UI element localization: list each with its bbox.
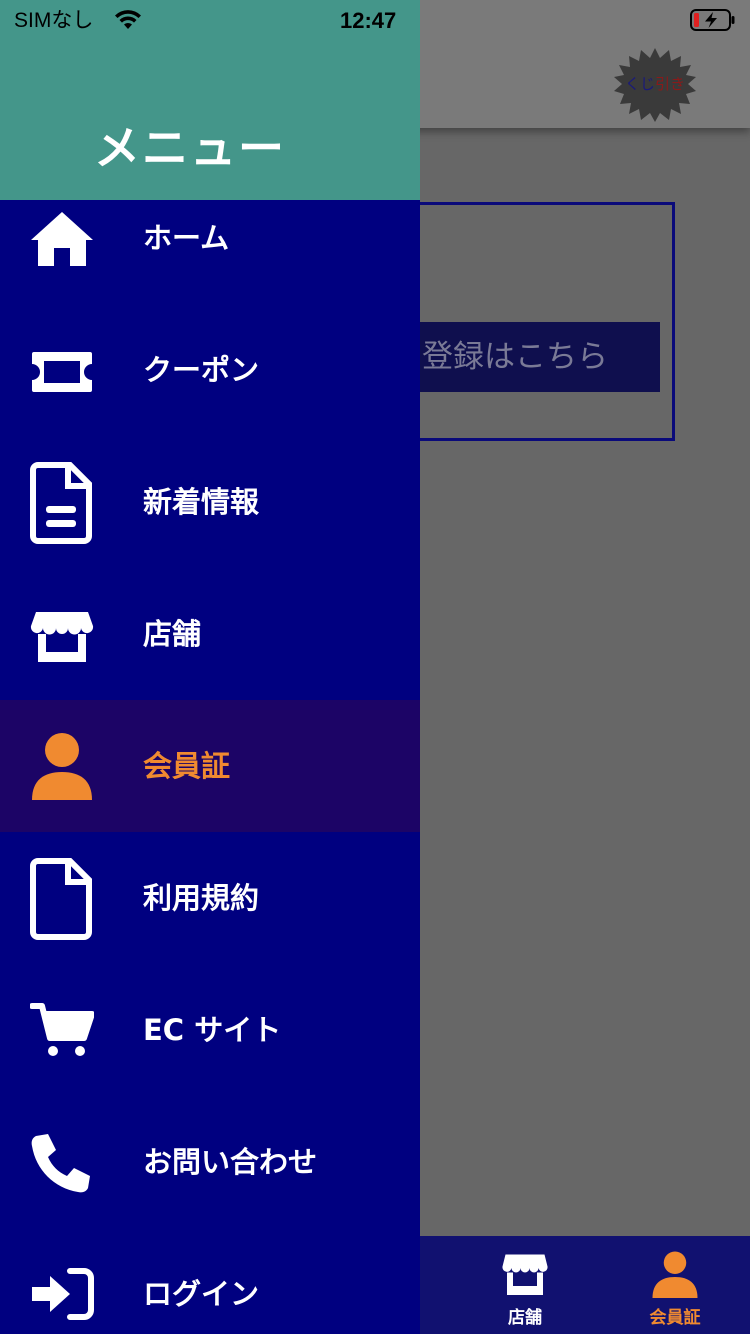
- menu-item-label: ホーム: [143, 221, 230, 255]
- lottery-button[interactable]: くじ引き: [612, 46, 698, 124]
- cart-icon: [30, 1002, 94, 1082]
- menu-item-label: 利用規約: [143, 881, 260, 915]
- document-icon: [30, 462, 94, 544]
- clock: 12:47: [340, 8, 397, 33]
- menu-item-ec-site[interactable]: EC サイト: [0, 964, 420, 1096]
- menu-item-member-card[interactable]: 会員証: [0, 700, 420, 832]
- menu-item-terms[interactable]: 利用規約: [0, 832, 420, 964]
- tab-member-card[interactable]: 会員証: [600, 1236, 750, 1334]
- phone-icon: [30, 1132, 94, 1212]
- menu-item-store[interactable]: 店舗: [0, 570, 420, 702]
- status-bar: SIMなし 12:47: [0, 0, 750, 40]
- menu-item-home[interactable]: ホーム: [0, 174, 420, 306]
- battery-charging-icon: [690, 9, 736, 35]
- menu-item-label: 新着情報: [143, 485, 260, 519]
- wifi-icon: [112, 9, 144, 35]
- ticket-icon: [30, 350, 94, 430]
- register-button[interactable]: 登録はこちら: [380, 322, 660, 392]
- person-icon: [30, 732, 94, 812]
- lottery-label-b: 引き: [655, 75, 686, 93]
- lottery-label-a: くじ: [624, 75, 655, 93]
- menu-item-login[interactable]: ログイン: [0, 1228, 420, 1334]
- tab-store[interactable]: 店舗: [450, 1236, 600, 1334]
- menu-item-label: お問い合わせ: [143, 1145, 318, 1179]
- home-icon: [30, 210, 94, 290]
- menu-item-label: 会員証: [143, 749, 231, 783]
- store-icon: [30, 610, 94, 690]
- person-icon: [652, 1251, 698, 1298]
- menu-item-label: EC サイト: [143, 1013, 282, 1047]
- store-icon: [502, 1254, 548, 1295]
- menu-item-label: 店舗: [143, 617, 202, 651]
- file-icon: [30, 858, 94, 940]
- menu-item-coupon[interactable]: クーポン: [0, 306, 420, 438]
- menu-item-label: ログイン: [143, 1277, 260, 1311]
- menu-item-label: クーポン: [143, 353, 260, 387]
- drawer-title: メニュー: [94, 121, 286, 175]
- side-drawer: メニュー ホーム クーポン 新着情報 店舗 会員証 利用規約 EC サイト お問…: [0, 0, 420, 1334]
- menu-item-contact[interactable]: お問い合わせ: [0, 1096, 420, 1228]
- carrier-label: SIMなし: [14, 9, 94, 32]
- tab-member-card-label: 会員証: [649, 1308, 701, 1328]
- menu-item-news[interactable]: 新着情報: [0, 438, 420, 570]
- tab-store-label: 店舗: [508, 1308, 542, 1328]
- login-icon: [30, 1268, 94, 1334]
